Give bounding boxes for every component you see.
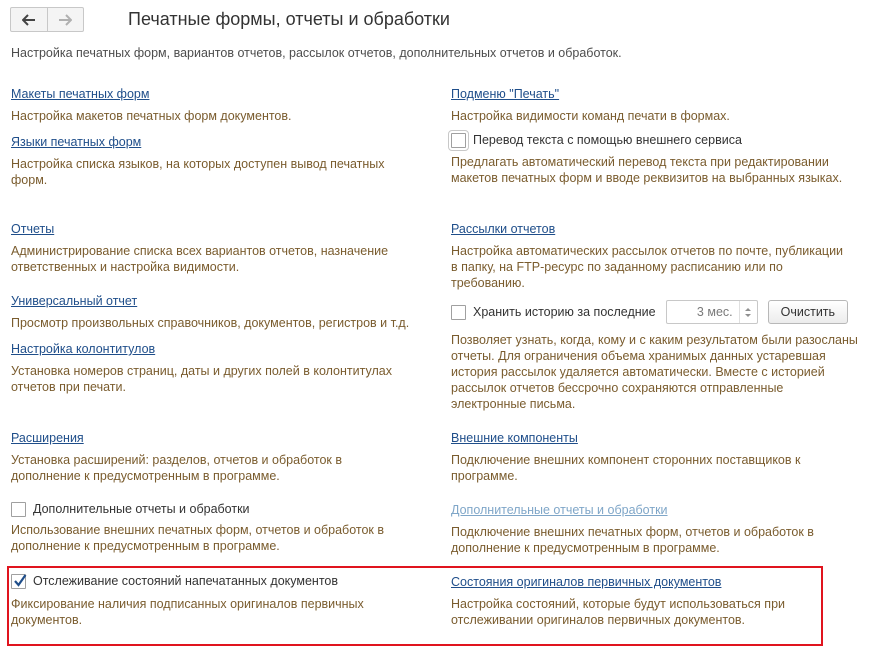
print-form-languages-desc: Настройка списка языков, на которых дост… <box>11 157 385 187</box>
extensions-section: Расширения Установка расширений: раздело… <box>11 430 391 484</box>
stepper-arrows[interactable] <box>738 301 757 323</box>
arrow-right-icon <box>59 13 73 26</box>
history-checkbox[interactable] <box>451 304 466 320</box>
print-form-templates-link[interactable]: Макеты печатных форм <box>11 86 431 102</box>
extensions-desc: Установка расширений: разделов, отчетов … <box>11 453 342 483</box>
history-period-value: 3 мес. <box>696 305 733 319</box>
universal-report-link[interactable]: Универсальный отчет <box>11 293 431 309</box>
reports-desc: Администрирование списка всех вариантов … <box>11 244 389 274</box>
headers-footers-link[interactable]: Настройка колонтитулов <box>11 341 421 357</box>
reports-link[interactable]: Отчеты <box>11 221 421 237</box>
chevron-down-icon[interactable] <box>745 313 752 317</box>
additional-reports-desc: Использование внешних печатных форм, отч… <box>11 523 385 553</box>
print-form-templates-section: Макеты печатных форм Настройка макетов п… <box>11 86 431 124</box>
print-submenu-section: Подменю "Печать" Настройка видимости ком… <box>451 86 871 124</box>
right-additional-reports-link[interactable]: Дополнительные отчеты и обработки <box>451 502 851 518</box>
print-submenu-link[interactable]: Подменю "Печать" <box>451 86 871 102</box>
translation-desc: Предлагать автоматический перевод текста… <box>451 155 843 185</box>
history-option: Хранить историю за последние 3 мес. Очис… <box>451 300 861 412</box>
additional-reports-option: Дополнительные отчеты и обработки Исполь… <box>11 499 411 554</box>
right-additional-reports-desc: Подключение внешних печатных форм, отчет… <box>451 525 814 555</box>
history-period-stepper[interactable]: 3 мес. <box>665 300 758 324</box>
history-desc: Позволяет узнать, когда, кому и с каким … <box>451 333 858 411</box>
translation-checkbox[interactable] <box>448 129 469 151</box>
mailings-desc: Настройка автоматических рассылок отчето… <box>451 244 844 290</box>
mailings-section: Рассылки отчетов Настройка автоматически… <box>451 221 851 291</box>
print-form-languages-section: Языки печатных форм Настройка списка язы… <box>11 134 421 188</box>
reports-section: Отчеты Администрирование списка всех вар… <box>11 221 421 275</box>
universal-report-desc: Просмотр произвольных справочников, доку… <box>11 316 410 330</box>
back-button[interactable] <box>11 8 47 31</box>
right-additional-reports-section: Дополнительные отчеты и обработки Подклю… <box>451 502 851 556</box>
additional-reports-label: Дополнительные отчеты и обработки <box>33 502 250 516</box>
additional-reports-checkbox[interactable] <box>11 501 26 517</box>
print-form-languages-link[interactable]: Языки печатных форм <box>11 134 421 150</box>
clear-history-button[interactable]: Очистить <box>767 300 849 324</box>
translation-label: Перевод текста с помощью внешнего сервис… <box>473 133 742 147</box>
headers-footers-desc: Установка номеров страниц, даты и других… <box>11 364 392 394</box>
external-components-section: Внешние компоненты Подключение внешних к… <box>451 430 841 484</box>
history-label: Хранить историю за последние <box>473 305 656 319</box>
print-submenu-desc: Настройка видимости команд печати в форм… <box>451 109 730 123</box>
universal-report-section: Универсальный отчет Просмотр произвольны… <box>11 293 431 331</box>
forward-button[interactable] <box>46 8 84 31</box>
page-description: Настройка печатных форм, вариантов отчет… <box>11 46 622 60</box>
translation-option: Перевод текста с помощью внешнего сервис… <box>448 129 861 186</box>
history-navigation <box>10 7 84 32</box>
chevron-up-icon[interactable] <box>745 307 752 311</box>
external-components-desc: Подключение внешних компонент сторонних … <box>451 453 801 483</box>
external-components-link[interactable]: Внешние компоненты <box>451 430 841 446</box>
mailings-link[interactable]: Рассылки отчетов <box>451 221 851 237</box>
page-title: Печатные формы, отчеты и обработки <box>128 9 450 29</box>
highlight-frame <box>7 566 823 646</box>
headers-footers-section: Настройка колонтитулов Установка номеров… <box>11 341 421 395</box>
print-form-templates-desc: Настройка макетов печатных форм документ… <box>11 109 292 123</box>
extensions-link[interactable]: Расширения <box>11 430 391 446</box>
arrow-left-icon <box>21 13 35 26</box>
